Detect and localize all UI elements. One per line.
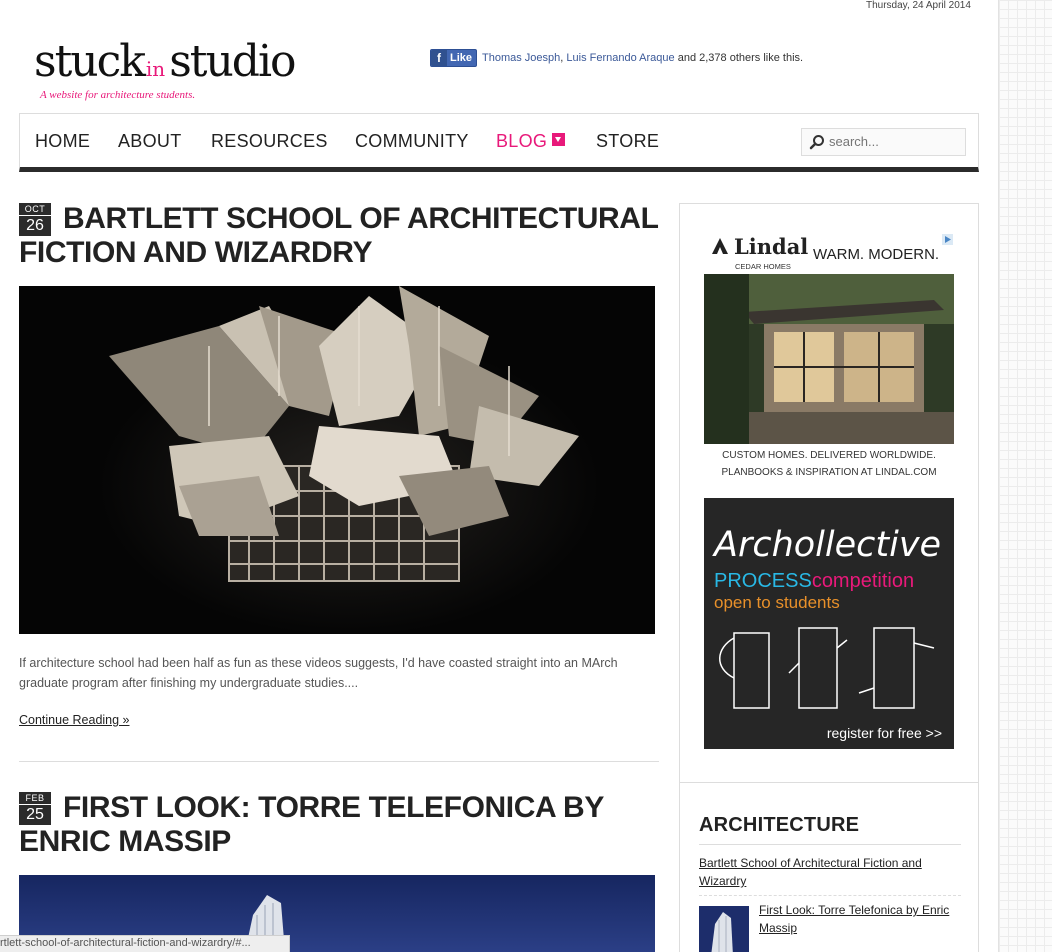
facebook-icon: f [431,50,447,66]
logo-stuck: stuck [34,36,146,87]
friend-link[interactable]: Thomas Joesph [482,52,560,64]
logo-in: in [145,57,166,81]
nav-community[interactable]: COMMUNITY [355,131,469,152]
post-excerpt: If architecture school had been half as … [19,656,618,690]
search-input[interactable] [829,134,959,149]
nav-home[interactable]: HOME [35,131,90,152]
post-title[interactable]: FIRST LOOK: TORRE TELEFONICA BY ENRIC MA… [19,791,659,859]
page-background-strip [998,0,1052,952]
archollective-line-1: PROCESScompetition [714,570,914,592]
facebook-like-widget: f Like Thomas Joesph, Luis Fernando Araq… [430,49,803,67]
sidebar-post-thumbnail[interactable] [699,906,749,952]
nav-blog-label: BLOG [496,131,548,151]
lindal-ad[interactable]: Lindal CEDAR HOMES WARM. MODERN. CUSTOM … [704,232,954,487]
search-box[interactable] [801,128,966,156]
sidebar: Lindal CEDAR HOMES WARM. MODERN. CUSTOM … [679,203,979,952]
continue-reading-link[interactable]: Continue Reading » [19,713,130,727]
archollective-brand: Archollective [712,525,941,565]
lindal-caption-1: CUSTOM HOMES. DELIVERED WORLDWIDE. [722,450,936,461]
current-date: Thursday, 24 April 2014 [866,0,971,11]
post-divider [19,761,659,762]
tower-thumbnail-image [699,906,749,952]
sidebar-post-link[interactable]: First Look: Torre Telefonica by Enric Ma… [759,901,964,937]
facebook-like-text: Thomas Joesph, Luis Fernando Araque and … [482,52,804,64]
post-featured-image[interactable] [19,286,655,634]
archollective-ad-image: Archollective PROCESScompetition open to… [704,498,954,749]
browser-status-bar: rtlett-school-of-architectural-fiction-a… [0,935,290,952]
site-logo[interactable]: stuck instudio [34,36,297,87]
link-separator [699,895,961,896]
architectural-model-image [19,286,655,634]
archollective-ad[interactable]: Archollective PROCESScompetition open to… [704,498,954,749]
lindal-brand-sub: CEDAR HOMES [735,262,791,271]
section-underline [699,844,961,845]
search-icon[interactable] [809,134,825,150]
sidebar-section-title: ARCHITECTURE [699,814,860,836]
nav-blog[interactable]: BLOG [496,131,566,152]
lindal-brand: Lindal [734,234,808,259]
site-tagline: A website for architecture students. [40,89,196,101]
nav-resources[interactable]: RESOURCES [211,131,328,152]
main-nav: HOME ABOUT RESOURCES COMMUNITY BLOG STOR… [19,113,979,172]
dropdown-caret-icon[interactable] [552,133,566,146]
sidebar-divider [680,782,978,783]
lindal-ad-image: Lindal CEDAR HOMES WARM. MODERN. CUSTOM … [704,232,954,487]
sidebar-post-link[interactable]: Bartlett School of Architectural Fiction… [699,854,949,890]
nav-store[interactable]: STORE [596,131,659,152]
like-label: Like [450,52,473,64]
archollective-cta: register for free >> [827,725,942,741]
post-title[interactable]: BARTLETT SCHOOL OF ARCHITECTURAL FICTION… [19,202,659,270]
archollective-line-2: open to students [714,593,840,612]
facebook-like-button[interactable]: f Like [430,49,478,67]
nav-about[interactable]: ABOUT [118,131,182,152]
logo-studio: studio [169,36,296,87]
friend-link[interactable]: Luis Fernando Araque [566,52,674,64]
lindal-caption-2: PLANBOOKS & INSPIRATION AT LINDAL.COM [721,467,936,478]
lindal-headline: WARM. MODERN. [813,246,939,263]
